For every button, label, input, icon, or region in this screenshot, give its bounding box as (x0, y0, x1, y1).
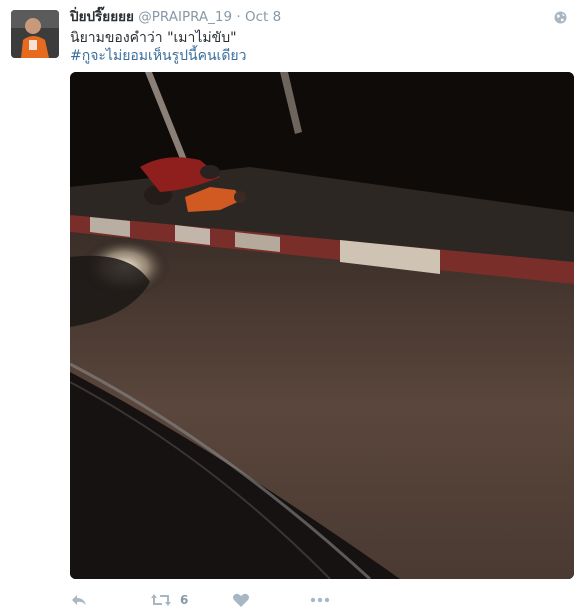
retweet-count: 6 (180, 593, 189, 607)
reply-icon[interactable] (70, 590, 88, 610)
hashtag-link[interactable]: #กูจะไม่ยอมเห็นรูปนี้คนเดียว (70, 46, 246, 66)
display-name[interactable]: ปิ่ยปริ๊ยยยย (70, 9, 134, 25)
more-icon[interactable] (310, 590, 330, 610)
photo-image (70, 72, 574, 579)
user-handle[interactable]: @PRAIPRA_19 (138, 9, 232, 25)
tweet-photo[interactable] (70, 72, 574, 579)
separator: · (236, 9, 241, 25)
tweet-text: นิยามของคำว่า "เมาไม่ขับ" (70, 30, 237, 46)
avatar-image (11, 10, 59, 58)
tweet-date[interactable]: Oct 8 (245, 9, 281, 25)
retweet-icon[interactable] (150, 590, 172, 610)
heart-icon[interactable] (232, 590, 250, 610)
avatar[interactable] (11, 10, 59, 58)
globe-icon (554, 11, 567, 24)
tweet-header: ปิ่ยปริ๊ยยยย @PRAIPRA_19 · Oct 8 (70, 7, 571, 29)
